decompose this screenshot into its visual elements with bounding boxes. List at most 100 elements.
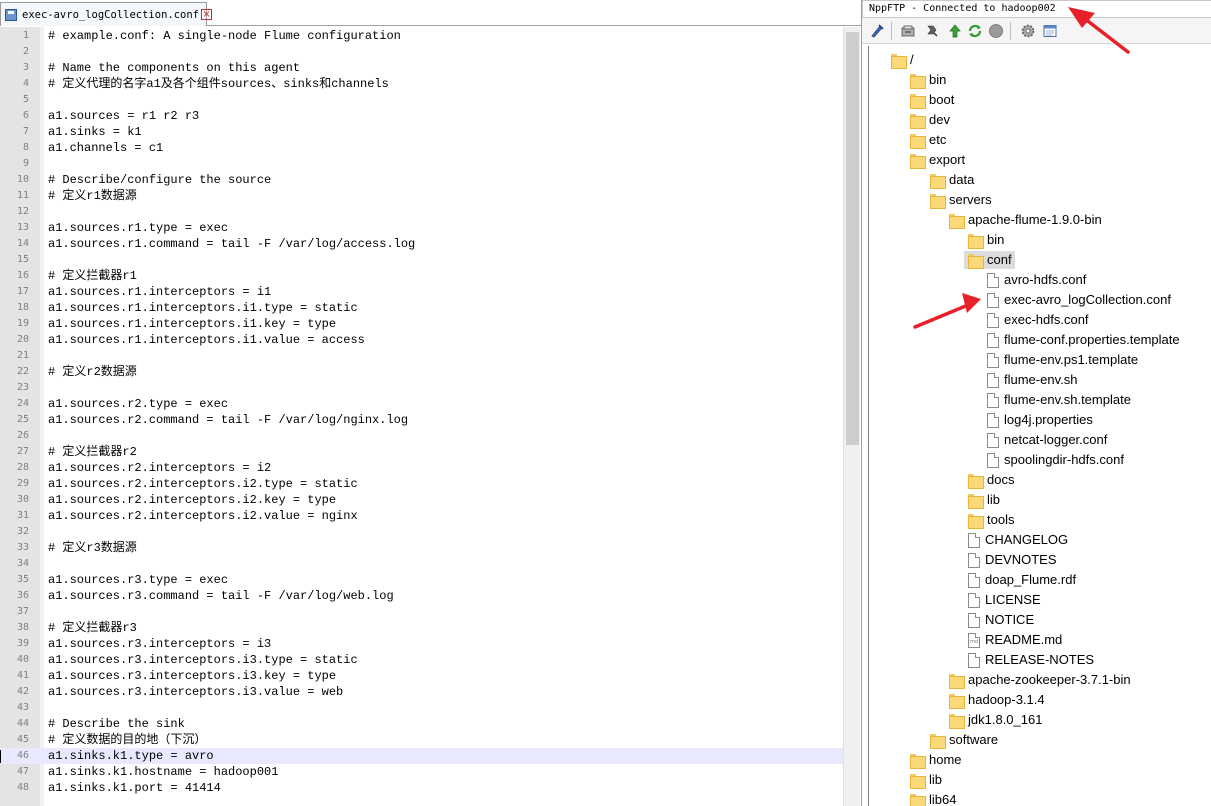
- code-line[interactable]: 39 a1.sources.r3.interceptors = i3: [0, 636, 843, 652]
- tree-file-release-notes[interactable]: RELEASE-NOTES: [968, 651, 1094, 669]
- remote-file-tree[interactable]: / bin boot dev etc export data servers apache-fl…: [862, 46, 1211, 806]
- code-line[interactable]: 12: [0, 204, 843, 220]
- tree-folder-conf[interactable]: conf: [964, 251, 1015, 269]
- code-line[interactable]: 43: [0, 700, 843, 716]
- tree-folder-jdk1-8-0-161[interactable]: jdk1.8.0_161: [949, 711, 1042, 729]
- code-line[interactable]: 23: [0, 380, 843, 396]
- tree-folder-apache-zookeeper-3-7-1-bin[interactable]: apache-zookeeper-3.7.1-bin: [949, 671, 1131, 689]
- code-line[interactable]: 27 # 定义拦截器r2: [0, 444, 843, 460]
- tree-file-log4j-properties[interactable]: log4j.properties: [987, 411, 1093, 429]
- code-line[interactable]: 11 # 定义r1数据源: [0, 188, 843, 204]
- tree-folder-data[interactable]: data: [930, 171, 974, 189]
- editor-vertical-scrollbar[interactable]: [843, 27, 860, 806]
- tree-folder-lib[interactable]: lib: [968, 491, 1000, 509]
- tab-exec-avro-logcollection[interactable]: exec-avro_logCollection.conf ×: [0, 2, 213, 26]
- code-line[interactable]: 44 # Describe the sink: [0, 716, 843, 732]
- tree-file-readme-md[interactable]: README.md: [968, 631, 1062, 649]
- code-line[interactable]: 35 a1.sources.r3.type = exec: [0, 572, 843, 588]
- tree-folder-bin[interactable]: bin: [968, 231, 1004, 249]
- code-line[interactable]: 25 a1.sources.r2.command = tail -F /var/l…: [0, 412, 843, 428]
- tree-file-notice[interactable]: NOTICE: [968, 611, 1034, 629]
- code-line[interactable]: 20 a1.sources.r1.interceptors.i1.value = …: [0, 332, 843, 348]
- tab-close-icon[interactable]: ×: [201, 9, 213, 20]
- code-line[interactable]: 18 a1.sources.r1.interceptors.i1.type = s…: [0, 300, 843, 316]
- tree-file-devnotes[interactable]: DEVNOTES: [968, 551, 1057, 569]
- tree-file-exec-hdfs-conf[interactable]: exec-hdfs.conf: [987, 311, 1089, 329]
- message-window-icon[interactable]: [1042, 23, 1058, 39]
- tree-folder-software[interactable]: software: [930, 731, 998, 749]
- code-area[interactable]: 1 # example.conf: A single-node Flume con…: [0, 28, 843, 796]
- editor-scrollbar-thumb[interactable]: [846, 32, 859, 445]
- code-line[interactable]: 13 a1.sources.r1.type = exec: [0, 220, 843, 236]
- open-directory-icon[interactable]: [900, 23, 916, 39]
- code-line[interactable]: 30 a1.sources.r2.interceptors.i2.key = ty…: [0, 492, 843, 508]
- code-line[interactable]: 16 # 定义拦截器r1: [0, 268, 843, 284]
- code-line[interactable]: 38 # 定义拦截器r3: [0, 620, 843, 636]
- code-line[interactable]: 37: [0, 604, 843, 620]
- tree-folder-servers[interactable]: servers: [930, 191, 992, 209]
- code-line[interactable]: 2: [0, 44, 843, 60]
- code-line[interactable]: 33 # 定义r3数据源: [0, 540, 843, 556]
- connect-icon[interactable]: [869, 23, 885, 39]
- code-line[interactable]: 24 a1.sources.r2.type = exec: [0, 396, 843, 412]
- code-line[interactable]: 32: [0, 524, 843, 540]
- code-line[interactable]: 19 a1.sources.r1.interceptors.i1.key = ty…: [0, 316, 843, 332]
- tree-folder-apache-flume-1-9-0-bin[interactable]: apache-flume-1.9.0-bin: [949, 211, 1102, 229]
- code-line[interactable]: 15: [0, 252, 843, 268]
- tree-folder-home[interactable]: home: [910, 751, 962, 769]
- code-line[interactable]: 42 a1.sources.r3.interceptors.i3.value = …: [0, 684, 843, 700]
- code-line[interactable]: 7 a1.sinks = k1: [0, 124, 843, 140]
- code-line[interactable]: 40 a1.sources.r3.interceptors.i3.type = s…: [0, 652, 843, 668]
- code-line[interactable]: 10 # Describe/configure the source: [0, 172, 843, 188]
- code-line[interactable]: 48 a1.sinks.k1.port = 41414: [0, 780, 843, 796]
- code-line[interactable]: 1 # example.conf: A single-node Flume con…: [0, 28, 843, 44]
- tree-folder-export[interactable]: export: [910, 151, 965, 169]
- tree-file-netcat-logger-conf[interactable]: netcat-logger.conf: [987, 431, 1107, 449]
- tree-file-exec-avro-logcollection-conf[interactable]: exec-avro_logCollection.conf: [987, 291, 1171, 309]
- download-icon[interactable]: [924, 23, 940, 39]
- code-line[interactable]: 28 a1.sources.r2.interceptors = i2: [0, 460, 843, 476]
- tree-folder-hadoop-3-1-4[interactable]: hadoop-3.1.4: [949, 691, 1045, 709]
- tree-file-doap-flume-rdf[interactable]: doap_Flume.rdf: [968, 571, 1076, 589]
- code-line[interactable]: 6 a1.sources = r1 r2 r3: [0, 108, 843, 124]
- code-line[interactable]: 47 a1.sinks.k1.hostname = hadoop001: [0, 764, 843, 780]
- code-line[interactable]: 8 a1.channels = c1: [0, 140, 843, 156]
- code-line[interactable]: 22 # 定义r2数据源: [0, 364, 843, 380]
- code-line[interactable]: 29 a1.sources.r2.interceptors.i2.type = s…: [0, 476, 843, 492]
- tree-folder-lib64[interactable]: lib64: [910, 791, 956, 806]
- abort-icon[interactable]: [988, 23, 1004, 39]
- tree-file-flume-env-sh-template[interactable]: flume-env.sh.template: [987, 391, 1131, 409]
- code-line[interactable]: 46 a1.sinks.k1.type = avro: [0, 748, 843, 764]
- code-line[interactable]: 31 a1.sources.r2.interceptors.i2.value = …: [0, 508, 843, 524]
- code-line[interactable]: 34: [0, 556, 843, 572]
- tree-file-license[interactable]: LICENSE: [968, 591, 1041, 609]
- tree-folder-root[interactable]: /: [891, 51, 914, 69]
- code-line[interactable]: 14 a1.sources.r1.command = tail -F /var/l…: [0, 236, 843, 252]
- settings-icon[interactable]: [1020, 23, 1036, 39]
- code-line[interactable]: 41 a1.sources.r3.interceptors.i3.key = ty…: [0, 668, 843, 684]
- tree-file-changelog[interactable]: CHANGELOG: [968, 531, 1068, 549]
- code-line[interactable]: 26: [0, 428, 843, 444]
- code-line[interactable]: 3 # Name the components on this agent: [0, 60, 843, 76]
- code-line[interactable]: 21: [0, 348, 843, 364]
- code-line[interactable]: 36 a1.sources.r3.command = tail -F /var/l…: [0, 588, 843, 604]
- code-line[interactable]: 9: [0, 156, 843, 172]
- code-line[interactable]: 5: [0, 92, 843, 108]
- upload-icon[interactable]: [947, 23, 963, 39]
- tree-folder-bin[interactable]: bin: [910, 71, 946, 89]
- tree-folder-etc[interactable]: etc: [910, 131, 946, 149]
- tree-file-spoolingdir-hdfs-conf[interactable]: spoolingdir-hdfs.conf: [987, 451, 1124, 469]
- refresh-icon[interactable]: [967, 23, 983, 39]
- tree-file-flume-env-sh[interactable]: flume-env.sh: [987, 371, 1077, 389]
- tree-folder-dev[interactable]: dev: [910, 111, 950, 129]
- code-line[interactable]: 4 # 定义代理的名字a1及各个组件sources、sinks和channels: [0, 76, 843, 92]
- tree-folder-docs[interactable]: docs: [968, 471, 1014, 489]
- code-line[interactable]: 45 # 定义数据的目的地（下沉）: [0, 732, 843, 748]
- tree-folder-lib[interactable]: lib: [910, 771, 942, 789]
- tree-folder-tools[interactable]: tools: [968, 511, 1014, 529]
- code-line[interactable]: 17 a1.sources.r1.interceptors = i1: [0, 284, 843, 300]
- editor-pane[interactable]: exec-avro_logCollection.conf × 1 # exampl…: [0, 0, 861, 806]
- tree-file-avro-hdfs-conf[interactable]: avro-hdfs.conf: [987, 271, 1086, 289]
- tree-file-flume-env-ps1-template[interactable]: flume-env.ps1.template: [987, 351, 1138, 369]
- tree-file-flume-conf-properties-template[interactable]: flume-conf.properties.template: [987, 331, 1180, 349]
